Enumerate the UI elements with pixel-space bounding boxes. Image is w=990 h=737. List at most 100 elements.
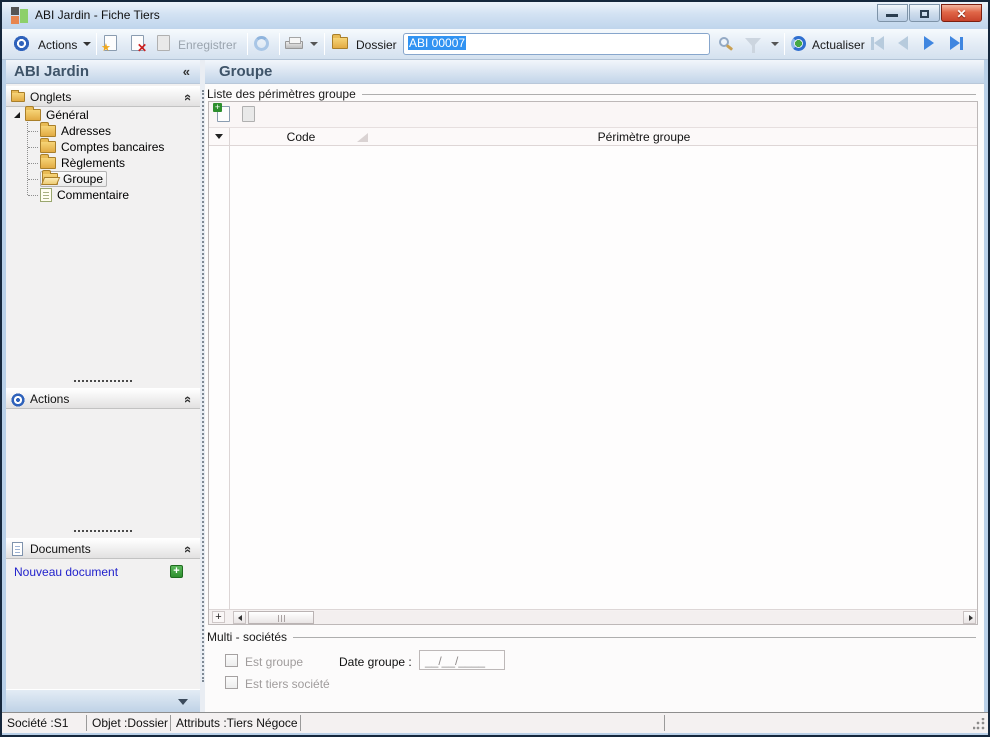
sidebar-footer-bar [6,689,200,712]
actions-collapse-icon[interactable]: « [181,396,196,403]
tree-item-label: Adresses [61,124,112,138]
new-document-link[interactable]: Nouveau document [14,565,118,579]
sidebar-title-bar: ABI Jardin « [6,60,200,84]
folder-icon [40,138,56,153]
app-window: ABI Jardin - Fiche Tiers ✕ Actions ★ ✕ E… [0,0,990,737]
sort-indicator-icon [357,133,368,142]
status-objet: Objet :Dossier [92,716,169,730]
status-attributs: Attributs :Tiers Négoce [176,716,298,730]
tree-item-groupe[interactable]: Groupe [6,170,200,187]
scrollbar-thumb[interactable] [248,611,314,624]
scroll-left-button[interactable] [233,611,246,624]
scroll-right-button[interactable] [963,611,976,624]
add-row-button[interactable]: + [213,103,230,122]
filter-icon[interactable] [745,38,761,53]
append-row-button[interactable]: + [212,611,225,623]
nav-previous-button[interactable] [898,36,908,50]
actions-header-label: Actions [30,392,70,406]
save-button[interactable]: Enregistrer [178,38,237,52]
main-title-bar: Groupe [205,60,984,84]
save-icon [157,35,170,51]
resize-grip[interactable] [973,718,985,730]
grid-header-row: Code Périmètre groupe [209,128,977,146]
onglets-collapse-icon[interactable]: « [181,94,196,101]
printer-dropdown-icon[interactable] [310,42,318,46]
tree-item-label: Groupe [63,172,104,186]
status-societe: Société :S1 [7,716,69,730]
restore-icon [920,10,929,18]
dossier-folder-icon [332,34,348,49]
tree-connector [27,170,40,187]
page-title: Groupe [219,63,273,80]
folder-icon [40,122,56,137]
delete-row-button[interactable] [242,106,255,122]
close-button[interactable]: ✕ [941,4,982,22]
actualiser-button[interactable]: Actualiser [812,38,865,52]
panel-header-documents[interactable]: Documents « [6,538,200,559]
restore-button[interactable] [909,4,940,22]
row-selector-arrow-icon[interactable] [215,134,223,139]
actions-menu-button[interactable]: Actions [38,38,77,52]
actions-dropdown-icon[interactable] [83,42,91,46]
grid-bottom-bar: + [209,609,977,624]
legend-line [361,93,976,95]
onglets-folder-icon [11,90,25,102]
window-title: ABI Jardin - Fiche Tiers [35,8,160,22]
grid-toolbar: + [209,102,977,128]
selected-tree-item: Groupe [40,170,108,187]
tree-item-label: Général [46,108,89,122]
dossier-button[interactable]: Dossier [356,38,397,52]
tree-connector [27,138,40,155]
record-code-input[interactable]: ABI 00007 [403,33,710,55]
app-icon [11,7,29,25]
date-groupe-input[interactable]: __/__/____ [419,650,505,670]
tree-item-general[interactable]: Général [6,106,200,123]
tree-item-reglements[interactable]: Règlements [6,154,200,171]
minimize-button[interactable] [877,4,908,22]
collapse-sidebar-icon[interactable]: « [183,64,190,79]
delete-x-icon: ✕ [136,41,147,55]
search-icon[interactable] [719,37,729,47]
date-groupe-label: Date groupe : [339,655,412,669]
tree-item-adresses[interactable]: Adresses [6,122,200,139]
panel-splitter[interactable] [6,527,200,534]
sidebar: ABI Jardin « Onglets « Général Adresses [6,60,200,712]
expander-icon[interactable] [14,112,20,118]
est-groupe-checkbox[interactable] [225,654,238,667]
panel-header-onglets[interactable]: Onglets « [6,86,200,107]
tree-item-commentaire[interactable]: Commentaire [6,186,200,203]
sidebar-title: ABI Jardin [14,63,90,80]
documents-collapse-icon[interactable]: « [181,546,196,553]
delete-record-button[interactable]: ✕ [131,35,147,55]
tree-connector [27,186,40,203]
nav-last-button[interactable] [950,36,963,50]
documents-panel-icon [12,542,23,556]
nav-next-button[interactable] [924,36,934,50]
tree-connector [27,122,40,139]
panel-header-actions[interactable]: Actions « [6,388,200,409]
tree-item-label: Commentaire [57,188,130,202]
actualiser-icon [791,36,806,51]
tree-item-label: Règlements [61,156,126,170]
est-tiers-societe-checkbox[interactable] [225,676,238,689]
horizontal-scrollbar[interactable] [233,611,976,624]
tree-connector [27,154,40,171]
filter-dropdown-icon[interactable] [771,42,779,46]
panel-splitter[interactable] [6,377,200,384]
est-groupe-label: Est groupe [245,655,304,669]
column-header-code[interactable]: Code [264,130,338,144]
est-tiers-societe-label: Est tiers société [245,677,330,691]
new-document-plus-button[interactable]: + [170,565,183,578]
folder-icon [25,106,41,121]
printer-icon[interactable] [285,37,303,49]
new-record-button[interactable]: ★ [101,35,117,54]
sync-icon[interactable] [254,36,269,51]
open-folder-icon [42,170,58,185]
legend-line [293,636,976,638]
column-header-perimetre[interactable]: Périmètre groupe [559,130,729,144]
nav-first-button[interactable] [871,36,884,50]
tree-item-comptes-bancaires[interactable]: Comptes bancaires [6,138,200,155]
sidebar-footer-arrow-icon[interactable] [178,699,188,705]
onglets-tree: Général Adresses Comptes bancaires Règle… [6,106,200,203]
actions-target-icon [13,35,30,52]
